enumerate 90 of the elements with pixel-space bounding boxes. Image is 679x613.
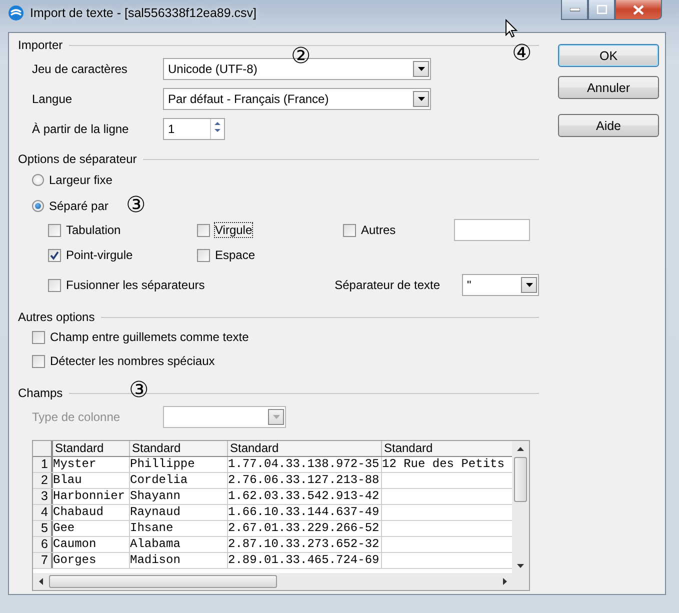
table-cell: Cordelia xyxy=(130,473,228,488)
table-cell: Gorges xyxy=(53,553,130,568)
section-title: Champs xyxy=(18,386,63,400)
scroll-up-icon[interactable] xyxy=(517,447,524,451)
checkbox[interactable] xyxy=(48,248,61,262)
checkbox-label: Point-virgule xyxy=(66,248,133,262)
checkbox[interactable] xyxy=(343,224,356,236)
column-type-dropdown[interactable] xyxy=(163,406,286,428)
table-cell: 2.89.01.33.465.724-69 xyxy=(228,553,382,568)
row-number: 3 xyxy=(33,489,53,504)
close-icon xyxy=(633,4,644,14)
table-cell: 1.77.04.33.138.972-35 xyxy=(228,457,382,472)
field-label: À partir de la ligne xyxy=(32,122,130,136)
field-label: Type de colonne xyxy=(32,410,122,424)
section-title: Importer xyxy=(18,38,63,52)
row-number: 7 xyxy=(33,553,53,568)
line-spinbox[interactable]: 1 xyxy=(163,118,225,140)
checkbox-label: Autres xyxy=(361,223,396,237)
annotation-number: ③ xyxy=(129,380,149,402)
checkbox[interactable] xyxy=(48,224,61,236)
checkbox[interactable] xyxy=(32,354,45,368)
table-cell: 2.87.10.33.273.652-32 xyxy=(228,537,382,552)
table-cell: Shayann xyxy=(130,489,228,504)
radio-button[interactable] xyxy=(32,200,44,212)
maximize-button[interactable] xyxy=(588,0,615,20)
horizontal-scrollbar[interactable] xyxy=(33,573,529,590)
column-header[interactable]: Standard xyxy=(382,441,512,456)
table-cell: Gee xyxy=(53,521,130,536)
table-cell: Chabaud xyxy=(53,505,130,520)
field-label: Séparateur de texte xyxy=(334,278,440,292)
annotation-number: ④ xyxy=(512,43,532,65)
radio-button[interactable] xyxy=(32,174,44,186)
table-cell: Harbonnier xyxy=(53,489,130,504)
checkbox-label: Tabulation xyxy=(66,223,121,237)
scroll-thumb[interactable] xyxy=(514,457,527,502)
checkbox-label: Virgule xyxy=(215,223,252,237)
scroll-down-icon[interactable] xyxy=(517,564,524,568)
radio-label: Largeur fixe xyxy=(49,173,112,187)
checkbox[interactable] xyxy=(48,278,61,292)
table-cell: 2.67.01.33.229.266-52 xyxy=(228,521,382,536)
checkbox[interactable] xyxy=(197,248,210,262)
radio-label: Séparé par xyxy=(49,199,108,213)
scroll-thumb[interactable] xyxy=(49,575,277,588)
minimize-button[interactable] xyxy=(561,0,588,20)
row-number: 5 xyxy=(33,521,53,536)
row-number: 2 xyxy=(33,473,53,488)
table-cell: Caumon xyxy=(53,537,130,552)
table-cell: 1.62.03.33.542.913-42 xyxy=(228,489,382,504)
table-cell-text: 12 Rue des Petits xyxy=(382,457,506,472)
section-title: Options de séparateur xyxy=(18,152,137,166)
column-header[interactable]: Standard xyxy=(130,441,228,456)
table-cell: 1.66.10.33.144.637-49 xyxy=(228,505,382,520)
column-header[interactable]: Standard xyxy=(228,441,382,456)
other-separator-field[interactable] xyxy=(454,219,530,241)
window-title: Import de texte - [sal556338f12ea89.csv] xyxy=(30,6,257,20)
close-button[interactable] xyxy=(615,0,662,20)
scroll-left-icon[interactable] xyxy=(39,578,43,585)
checkbox[interactable] xyxy=(197,224,210,236)
field-label: Jeu de caractères xyxy=(32,62,128,76)
checkbox-label: Fusionner les séparateurs xyxy=(66,278,205,292)
maximize-icon xyxy=(596,5,606,14)
cursor-icon xyxy=(505,19,518,38)
minimize-icon xyxy=(570,8,580,12)
checkbox-label: Espace xyxy=(215,248,256,262)
scroll-right-icon[interactable] xyxy=(503,578,507,585)
dialog-button[interactable]: OK xyxy=(558,44,659,67)
checkbox[interactable] xyxy=(32,330,45,344)
language-dropdown[interactable]: Par défaut - Français (France) xyxy=(163,88,431,110)
table-cell: Phillippe xyxy=(130,457,228,472)
checkbox-label: Détecter les nombres spéciaux xyxy=(50,354,215,368)
row-number: 1 xyxy=(33,457,53,472)
table-cell: Raynaud xyxy=(130,505,228,520)
annotation-number: ③ xyxy=(126,195,146,217)
table-cell: 2.76.06.33.127.213-88 xyxy=(228,473,382,488)
table-cell: Ihsane xyxy=(130,521,228,536)
dialog-button[interactable]: Aide xyxy=(558,114,659,137)
checkbox-label: Champ entre guillemets comme texte xyxy=(50,330,249,344)
vertical-scrollbar[interactable] xyxy=(512,441,529,573)
table-cell: Alabama xyxy=(130,537,228,552)
section-title: Autres options xyxy=(18,310,95,324)
column-header[interactable]: Standard xyxy=(53,441,130,456)
dialog-button[interactable]: Annuler xyxy=(558,76,659,99)
table-cell: Blau xyxy=(53,473,130,488)
row-number: 6 xyxy=(33,537,53,552)
row-number: 4 xyxy=(33,505,53,520)
table-cell: Myster xyxy=(53,457,130,472)
table-cell: Madison xyxy=(130,553,228,568)
text-separator-dropdown[interactable]: " xyxy=(462,274,539,296)
app-icon xyxy=(8,5,24,21)
field-label: Langue xyxy=(32,92,74,106)
